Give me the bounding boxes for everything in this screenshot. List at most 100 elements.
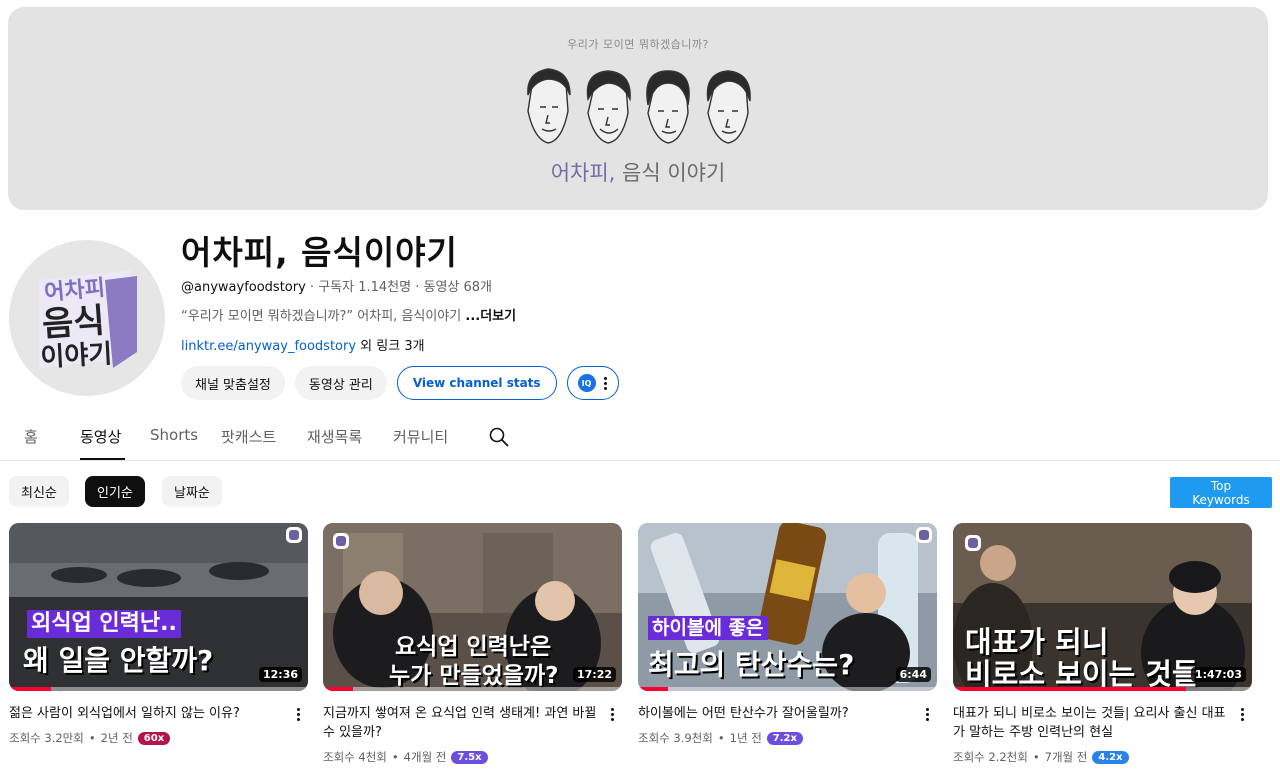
more-button[interactable]: ...더보기 <box>465 309 516 324</box>
meta-dot: • <box>1032 750 1040 764</box>
thumbnail-caption-top: 외식업 인력난.. <box>27 610 181 638</box>
watch-progress-fill <box>9 687 51 691</box>
thumbnail-caption-bottom: 왜 일을 안할까? <box>23 644 214 677</box>
channel-avatar[interactable]: 어차피 음식 이야기 <box>9 240 165 396</box>
customize-channel-button[interactable]: 채널 맞춤설정 <box>181 366 285 400</box>
video-thumbnail[interactable]: 요식업 인력난은 누가 만들었을까? 17:22 <box>323 523 622 691</box>
meta-dot: • <box>391 750 399 764</box>
thumbnail-caption-bottom: 최고의 탄산수는? <box>648 648 855 681</box>
video-views: 조회수 2.2천회 <box>953 750 1028 764</box>
extension-menu-button[interactable]: IQ <box>566 366 619 400</box>
avatar-logo: 어차피 음식 이야기 <box>39 270 137 373</box>
tab-videos[interactable]: 동영상 <box>80 426 121 447</box>
subscriber-count: 구독자 1.14천명 <box>318 280 412 295</box>
video-title[interactable]: 젊은 사람이 외식업에서 일하지 않는 이유? <box>9 704 284 723</box>
sort-chip-oldest[interactable]: 날짜순 <box>162 476 222 507</box>
video-views: 조회수 4천회 <box>323 750 387 764</box>
tab-home[interactable]: 홈 <box>24 426 38 447</box>
meta-dot: • <box>717 731 725 745</box>
meta-separator: ‧ <box>411 280 424 295</box>
top-keywords-line2: Keywords <box>1192 493 1250 507</box>
tab-shorts[interactable]: Shorts <box>150 426 198 444</box>
youtube-channel-page: 우리가 모이면 뭐하겠습니까? 어차피, 음식 이야기 어차피 음식 이야기 어… <box>0 0 1280 776</box>
video-thumbnail[interactable]: 하이볼에 좋은 최고의 탄산수는? 6:44 <box>638 523 937 691</box>
video-views: 조회수 3.2만회 <box>9 731 84 745</box>
tab-playlists[interactable]: 재생목록 <box>307 426 362 447</box>
search-icon[interactable] <box>488 426 510 448</box>
video-title[interactable]: 대표가 되니 비로소 보이는 것들| 요리사 출신 대표가 말하는 주방 인력난… <box>953 704 1228 742</box>
view-channel-stats-button[interactable]: View channel stats <box>396 366 557 400</box>
channel-badge-icon <box>965 535 981 551</box>
thumbnail-caption-bottom: 비로소 보이는 것들 <box>965 657 1199 691</box>
banner-title-rest: 음식 이야기 <box>615 161 726 185</box>
channel-handle: @anywayfoodstory <box>181 280 306 295</box>
performance-badge: 60x <box>137 731 171 745</box>
channel-badge-icon <box>286 527 302 543</box>
video-meta: 조회수 3.9천회 • 1년 전 7.2x <box>638 730 803 746</box>
channel-badge-icon <box>916 527 932 543</box>
active-tab-indicator <box>80 458 125 460</box>
video-menu-icon[interactable] <box>296 708 300 721</box>
performance-badge: 4.2x <box>1092 750 1129 764</box>
video-age: 1년 전 <box>729 731 762 745</box>
more-links-button[interactable]: 링크 3개 <box>376 339 424 354</box>
performance-badge: 7.5x <box>451 750 488 764</box>
channel-actions: 채널 맞춤설정 동영상 관리 View channel stats IQ <box>181 366 619 402</box>
watch-progress-fill <box>953 687 1187 691</box>
video-views: 조회수 3.9천회 <box>638 731 713 745</box>
watch-progress-fill <box>638 687 668 691</box>
top-keywords-button[interactable]: Top Keywords <box>1170 477 1272 508</box>
thumbnail-caption-top: 하이볼에 좋은 <box>648 616 768 640</box>
video-menu-icon[interactable] <box>925 708 929 721</box>
avatar-text-2: 음식 <box>41 301 106 345</box>
video-meta: 조회수 3.2만회 • 2년 전 60x <box>9 730 171 746</box>
banner-tagline: 우리가 모이면 뭐하겠습니까? <box>567 38 709 51</box>
tab-podcasts[interactable]: 팟캐스트 <box>221 426 276 447</box>
video-menu-icon[interactable] <box>1240 708 1244 721</box>
video-thumbnail[interactable]: 외식업 인력난.. 왜 일을 안할까? 12:36 <box>9 523 308 691</box>
link-extra-prefix: 외 <box>356 339 377 354</box>
channel-link[interactable]: linktr.ee/anyway_foodstory <box>181 339 356 354</box>
video-count: 동영상 68개 <box>423 280 493 295</box>
avatar-text-3: 이야기 <box>40 339 113 373</box>
video-thumbnail[interactable]: 대표가 되니 비로소 보이는 것들 1:47:03 <box>953 523 1252 691</box>
channel-tabs: 홈 동영상 Shorts 팟캐스트 재생목록 커뮤니티 <box>0 414 1280 461</box>
banner-illustration <box>527 68 751 144</box>
video-duration: 6:44 <box>895 667 931 682</box>
video-title[interactable]: 지금까지 쌓여져 온 요식업 인력 생태계! 과연 바뀔 수 있을까? <box>323 704 598 742</box>
watch-progress-fill <box>323 687 353 691</box>
video-duration: 17:22 <box>572 667 616 682</box>
video-meta: 조회수 2.2천회 • 7개월 전 4.2x <box>953 749 1129 765</box>
performance-badge: 7.2x <box>766 731 803 745</box>
manage-videos-button[interactable]: 동영상 관리 <box>294 366 387 400</box>
more-vert-icon <box>604 376 608 390</box>
watch-progress <box>9 687 308 691</box>
channel-description: “우리가 모이면 뭐하겠습니까?” 어차피, 음식이야기 ...더보기 <box>181 305 516 324</box>
watch-progress <box>323 687 622 691</box>
video-duration: 1:47:03 <box>1190 667 1246 682</box>
video-card: 요식업 인력난은 누가 만들었을까? 17:22 지금까지 쌓여져 온 요식업 … <box>323 523 623 764</box>
meta-dot: • <box>88 731 96 745</box>
video-meta: 조회수 4천회 • 4개월 전 7.5x <box>323 749 488 765</box>
sort-chip-popular[interactable]: 인기순 <box>85 476 145 507</box>
sort-chip-latest[interactable]: 최신순 <box>9 476 69 507</box>
video-menu-icon[interactable] <box>610 708 614 721</box>
video-duration: 12:36 <box>258 667 302 682</box>
extension-logo-icon: IQ <box>577 374 596 392</box>
video-card: 외식업 인력난.. 왜 일을 안할까? 12:36 젊은 사람이 외식업에서 일… <box>9 523 309 745</box>
video-title[interactable]: 하이볼에는 어떤 탄산수가 잘어울릴까? <box>638 704 913 723</box>
video-card: 하이볼에 좋은 최고의 탄산수는? 6:44 하이볼에는 어떤 탄산수가 잘어울… <box>638 523 938 745</box>
thumbnail-caption-bottom: 누가 만들었을까? <box>389 663 559 689</box>
channel-badge-icon <box>333 533 349 549</box>
banner-title: 어차피, 음식 이야기 <box>8 157 1268 187</box>
channel-links: linktr.ee/anyway_foodstory 외 링크 3개 <box>181 335 425 354</box>
description-text: “우리가 모이면 뭐하겠습니까?” 어차피, 음식이야기 <box>181 309 466 324</box>
video-card: 대표가 되니 비로소 보이는 것들 1:47:03 대표가 되니 비로소 보이는… <box>953 523 1253 764</box>
channel-name: 어차피, 음식이야기 <box>181 233 458 272</box>
video-age: 4개월 전 <box>403 750 447 764</box>
video-age: 2년 전 <box>100 731 133 745</box>
meta-separator: ‧ <box>305 280 319 295</box>
watch-progress <box>638 687 937 691</box>
tab-community[interactable]: 커뮤니티 <box>393 426 448 447</box>
banner-title-accent: 어차피, <box>550 161 616 185</box>
